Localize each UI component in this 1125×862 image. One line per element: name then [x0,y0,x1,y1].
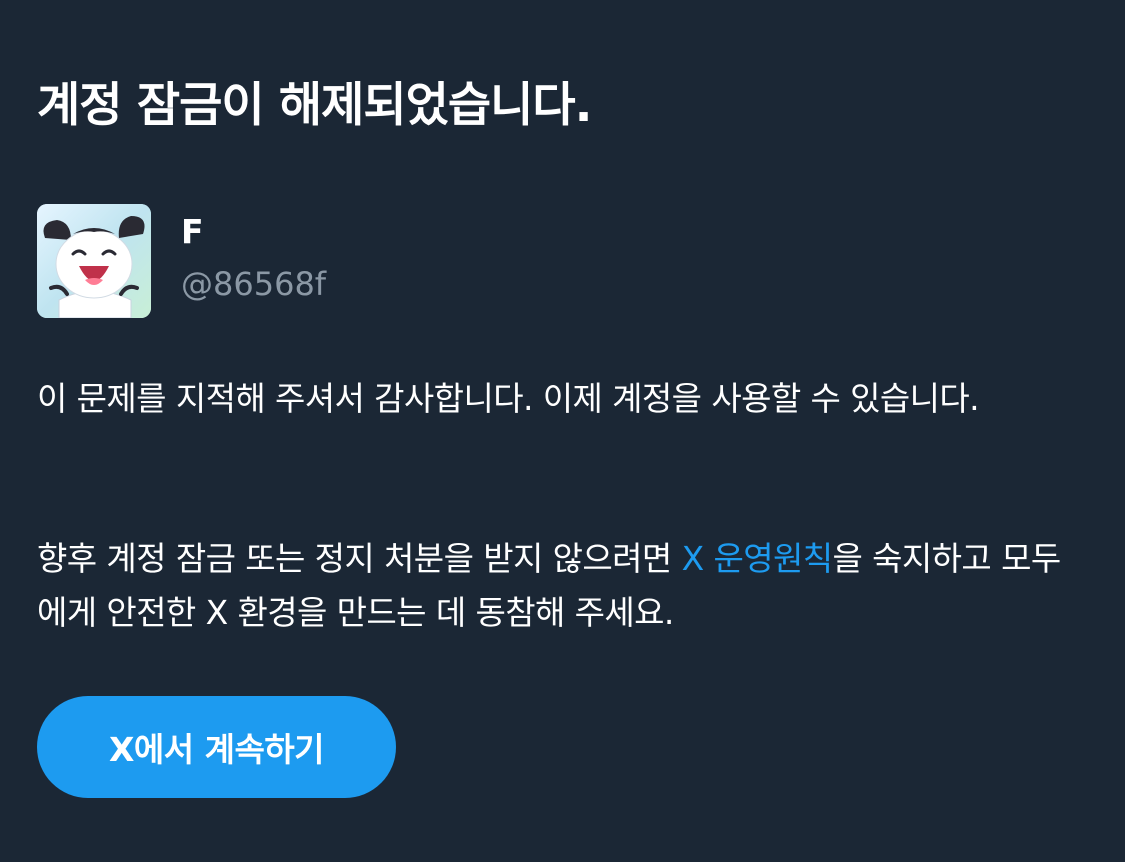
thanks-message: 이 문제를 지적해 주셔서 감사합니다. 이제 계정을 사용할 수 있습니다. [37,379,980,418]
account-display-name: F [181,212,204,251]
page-title: 계정 잠금이 해제되었습니다. [37,78,592,133]
rules-message-before: 향후 계정 잠금 또는 정지 처분을 받지 않으려면 [37,539,682,578]
x-rules-link[interactable]: X 운영원칙 [682,539,834,578]
cartoon-character-avatar-icon [37,204,151,318]
rules-message: 향후 계정 잠금 또는 정지 처분을 받지 않으려면 X 운영원칙을 숙지하고 … [37,532,1087,640]
continue-to-x-button[interactable]: X에서 계속하기 [37,696,396,798]
account-card: F @86568f [37,204,637,318]
account-handle: @86568f [181,265,327,303]
avatar [37,204,151,318]
